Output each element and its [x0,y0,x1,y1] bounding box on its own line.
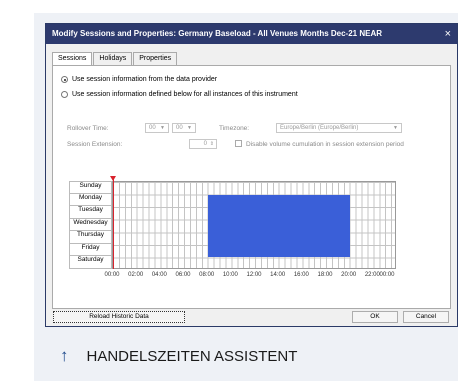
close-icon[interactable]: × [445,24,451,44]
stepper-icon: ⇕ [209,141,214,147]
day-column: Sunday Monday Tuesday Wednesday Thursday Frid… [69,181,112,269]
sessions-panel: Use session information from the data pr… [52,65,451,309]
chevron-down-icon: ▼ [393,125,398,131]
time-tick-label: 18:00 [317,272,333,278]
timezone-value: Europe/Berlin (Europe/Berlin) [280,125,359,131]
tab-sessions[interactable]: Sessions [52,52,93,65]
session-extension-label: Session Extension: [67,141,123,148]
disable-volume-checkbox[interactable] [235,140,242,147]
assistant-hint[interactable]: ↑ HANDELSZEITEN ASSISTENT [60,346,297,366]
time-axis: 00:00 02:00 04:00 06:00 08:00 10:00 12:00 14:00… [104,272,396,282]
radio-custom-row[interactable]: Use session information defined below fo… [61,91,298,98]
reload-historic-data-button[interactable]: Reload Historic Data [53,311,185,323]
time-tick-label: 14:00 [270,272,286,278]
tab-properties[interactable]: Properties [133,52,178,65]
dialog-title: Modify Sessions and Properties: Germany … [52,29,383,38]
rollover-minute-select[interactable]: 00 ▼ [172,123,196,133]
day-label-tuesday: Tuesday [69,206,112,219]
day-label-monday: Monday [69,193,112,207]
session-block-tuesday[interactable] [207,207,350,220]
timezone-label: Timezone: [219,125,250,132]
rollover-handle-icon[interactable] [110,176,116,181]
dialog-titlebar: Modify Sessions and Properties: Germany … [46,24,457,44]
rollover-time-label: Rollover Time: [67,125,109,132]
day-label-sunday: Sunday [69,181,112,194]
time-tick-label: 04:00 [151,272,167,278]
time-grid[interactable] [112,181,396,269]
day-label-thursday: Thursday [69,231,112,244]
time-tick-label: 00:00 [104,272,120,278]
time-tick-label: 00:00 [379,272,395,278]
assistant-hint-text: HANDELSZEITEN ASSISTENT [86,347,298,365]
radio-provider-row[interactable]: Use session information from the data pr… [61,76,217,83]
session-extension-stepper[interactable]: 0 ⇕ [189,139,217,149]
time-tick-label: 20:00 [341,272,357,278]
timezone-select[interactable]: Europe/Berlin (Europe/Berlin) ▼ [276,123,402,133]
time-tick-label: 12:00 [246,272,262,278]
rollover-hour-value: 00 [149,125,156,131]
day-label-friday: Friday [69,243,112,257]
session-block-thursday[interactable] [207,232,350,245]
ok-button[interactable]: OK [352,311,398,323]
rollover-marker[interactable] [113,179,114,269]
time-tick-label: 22:00 [364,272,380,278]
time-tick-label: 06:00 [175,272,191,278]
tab-holidays[interactable]: Holidays [93,52,133,65]
radio-custom[interactable] [61,91,68,98]
chevron-down-icon: ▼ [187,125,192,131]
time-tick-label: 02:00 [128,272,144,278]
time-tick-label: 10:00 [222,272,238,278]
tab-bar: Sessions Holidays Properties [52,52,178,65]
session-block-monday[interactable] [207,194,350,208]
arrow-up-icon: ↑ [60,346,69,365]
cancel-button[interactable]: Cancel [403,311,449,323]
chevron-down-icon: ▼ [160,125,165,131]
radio-provider-label: Use session information from the data pr… [72,76,218,83]
rollover-minute-value: 00 [176,125,183,131]
day-label-saturday: Saturday [69,256,112,269]
radio-provider[interactable] [61,76,68,83]
session-block-friday[interactable] [207,244,350,258]
rollover-hour-select[interactable]: 00 ▼ [145,123,169,133]
radio-custom-label: Use session information defined below fo… [72,91,298,98]
time-tick-label: 16:00 [293,272,309,278]
session-extension-value: 0 [203,141,207,147]
sessions-dialog: Modify Sessions and Properties: Germany … [45,23,458,327]
session-grid: Sunday Monday Tuesday Wednesday Thursday Frid… [69,176,396,278]
time-tick-label: 08:00 [199,272,215,278]
day-label-wednesday: Wednesday [69,218,112,232]
disable-volume-label: Disable volume cumulation in session ext… [246,141,404,148]
session-block-wednesday[interactable] [207,219,350,233]
